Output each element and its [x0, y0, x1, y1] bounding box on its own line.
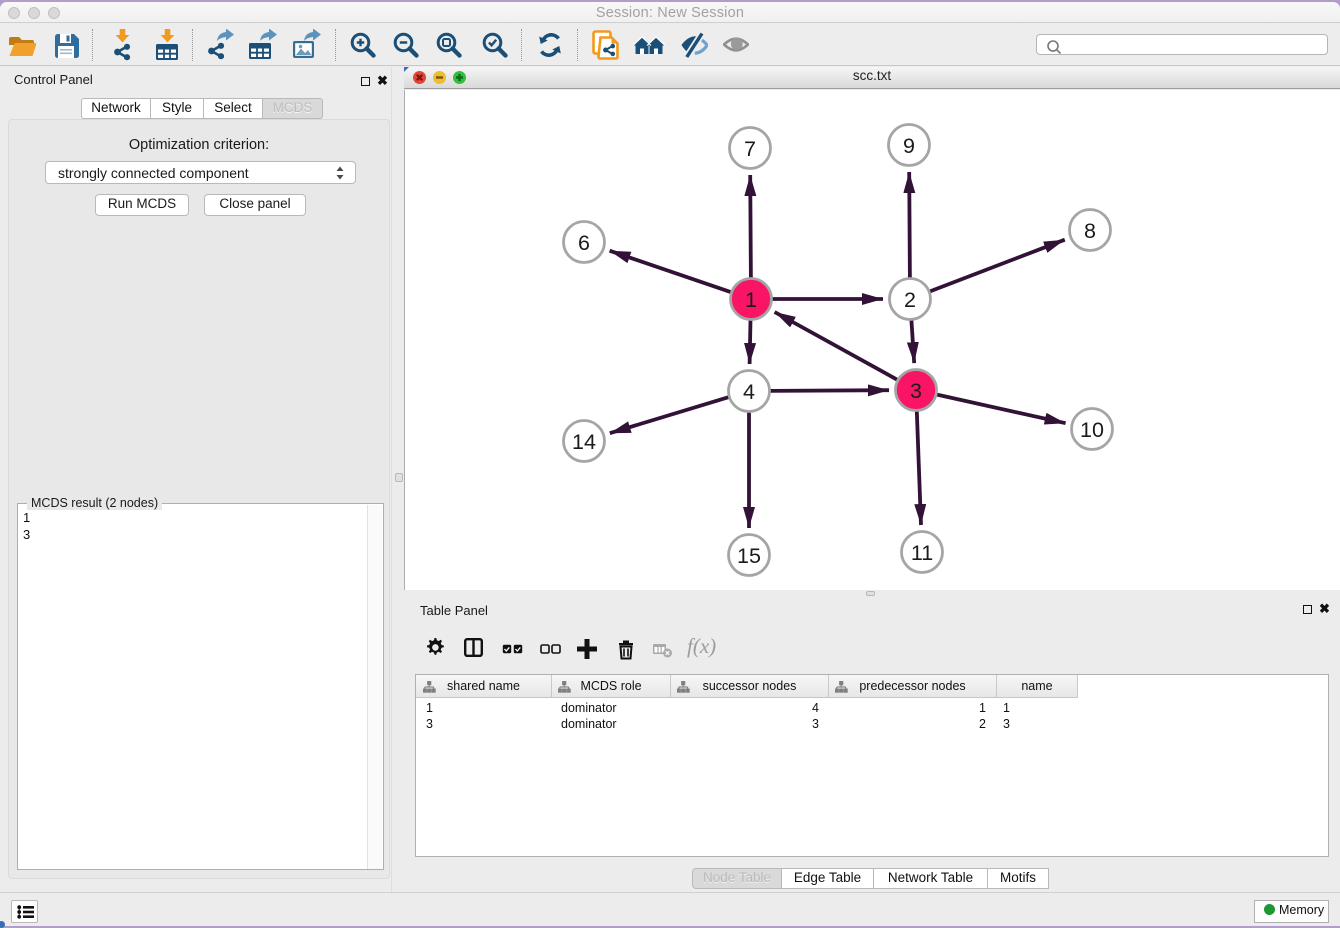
- svg-text:10: 10: [1080, 418, 1104, 442]
- svg-text:4: 4: [743, 380, 755, 404]
- svg-text:7: 7: [744, 137, 756, 161]
- svg-text:15: 15: [737, 544, 761, 568]
- svg-text:6: 6: [578, 231, 590, 255]
- svg-text:3: 3: [910, 379, 922, 403]
- svg-text:1: 1: [745, 288, 757, 312]
- svg-text:2: 2: [904, 288, 916, 312]
- svg-text:9: 9: [903, 134, 915, 158]
- svg-text:8: 8: [1084, 219, 1096, 243]
- svg-text:14: 14: [572, 430, 596, 454]
- svg-text:11: 11: [911, 541, 933, 565]
